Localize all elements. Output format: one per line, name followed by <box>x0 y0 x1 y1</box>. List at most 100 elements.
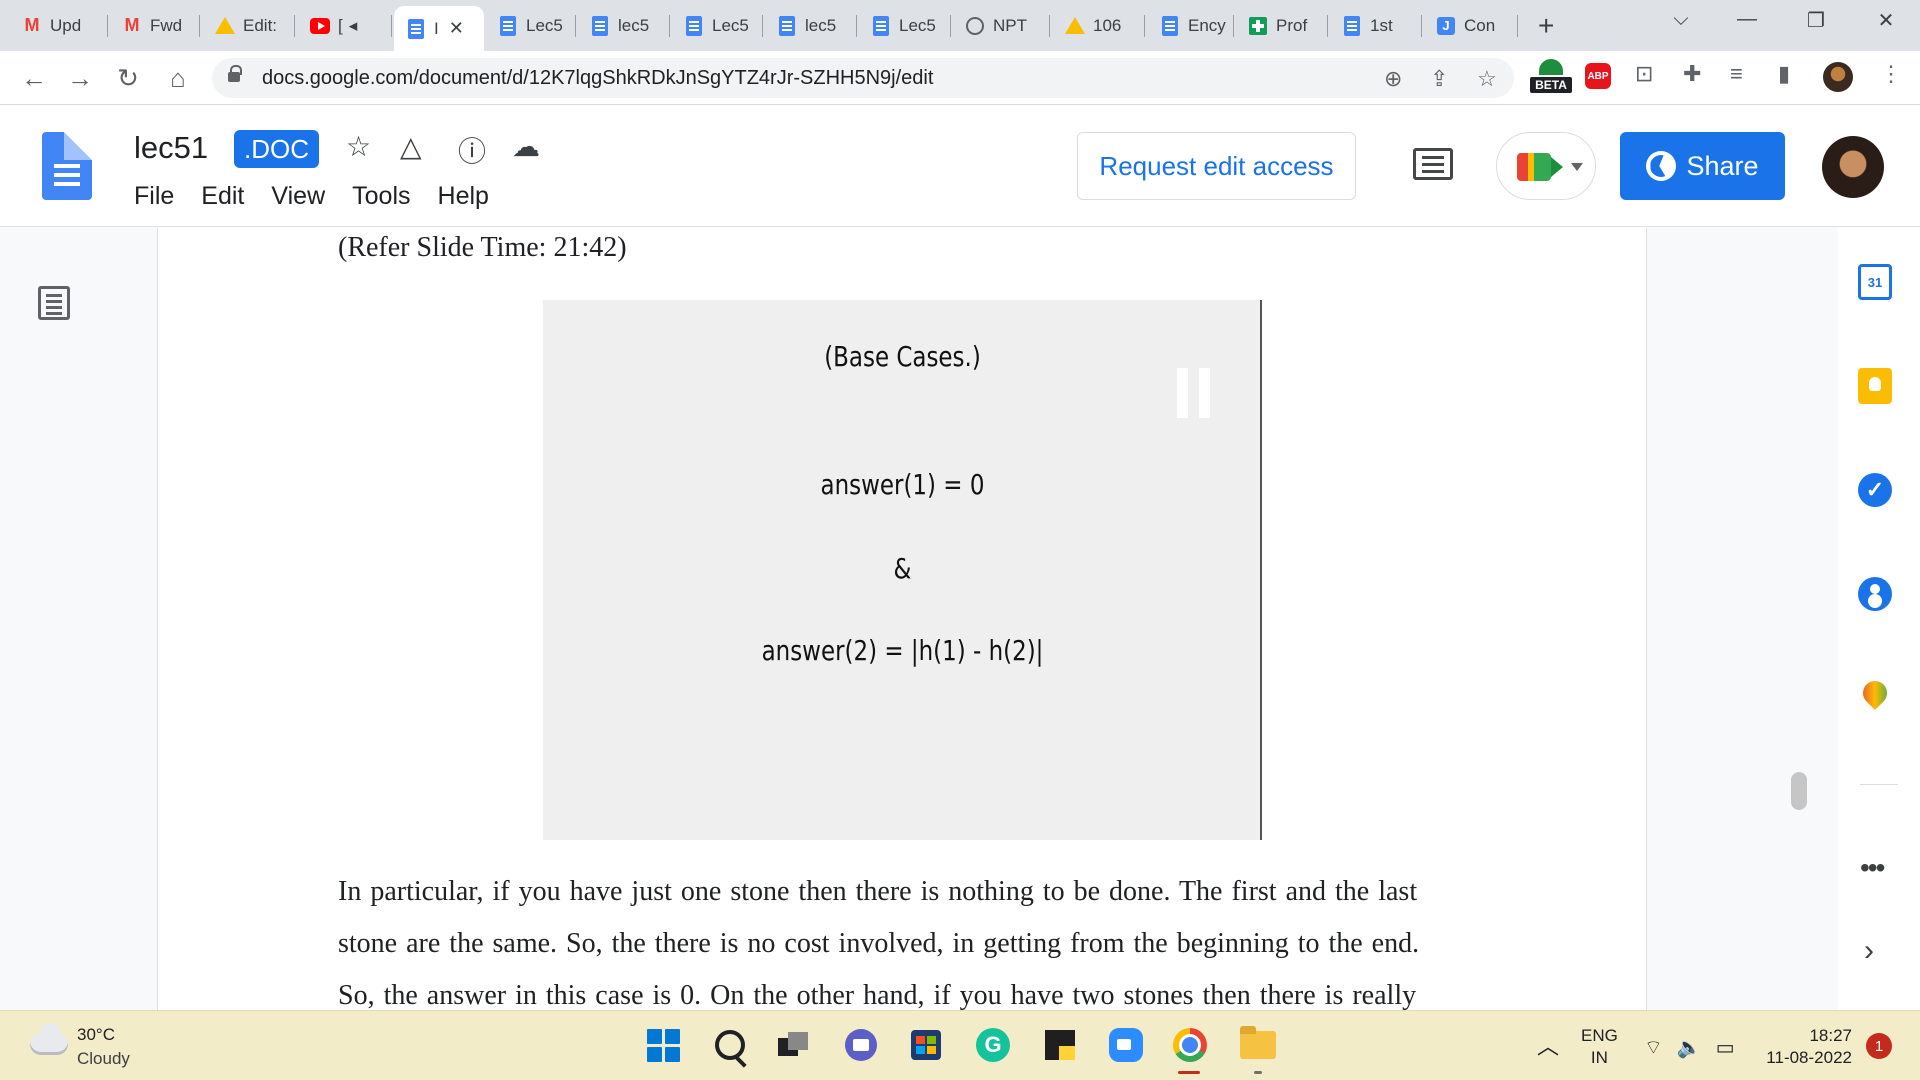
browser-tab[interactable]: Lec5 <box>486 6 576 45</box>
start-button[interactable] <box>645 1027 681 1063</box>
tab-label: lec5 <box>618 15 650 35</box>
reload-button[interactable]: ↻ <box>110 63 146 94</box>
browser-tab[interactable]: J Con <box>1424 6 1518 45</box>
slide-line-2: answer(2) = |h(1) - h(2)| <box>761 634 1044 667</box>
zoom-app-icon[interactable] <box>1108 1027 1144 1063</box>
minimize-button[interactable]: — <box>1727 8 1767 31</box>
beta-extension-icon[interactable]: BETA <box>1530 59 1572 99</box>
slide-line-1: answer(1) = 0 <box>820 468 985 501</box>
chrome-menu-icon[interactable]: ⋮ <box>1880 61 1902 87</box>
weather-temperature[interactable]: 30°C <box>77 1025 115 1045</box>
vertical-scrollbar-thumb[interactable] <box>1791 772 1807 810</box>
browser-tab[interactable]: lec5 <box>765 6 857 45</box>
chrome-app-icon[interactable] <box>1172 1027 1208 1063</box>
audio-playing-icon[interactable]: ◂ <box>349 16 358 36</box>
expand-side-panel-icon[interactable]: › <box>1864 934 1874 968</box>
lock-icon[interactable] <box>228 65 242 84</box>
file-explorer-icon[interactable] <box>1240 1026 1276 1063</box>
gmail-icon: M <box>24 15 40 35</box>
url-text[interactable]: docs.google.com/document/d/12K7lqgShkRDk… <box>262 67 933 90</box>
browser-tab[interactable]: 106 <box>1053 6 1145 45</box>
browser-tab[interactable]: Edit: <box>203 6 295 45</box>
menu-file[interactable]: File <box>134 182 174 211</box>
menu-help[interactable]: Help <box>438 182 489 211</box>
menu-view[interactable]: View <box>271 182 325 211</box>
browser-tab[interactable]: I ✕ <box>394 6 484 51</box>
microsoft-store-icon[interactable] <box>908 1027 944 1063</box>
back-button[interactable]: ← <box>16 63 52 94</box>
grammarly-icon[interactable]: G <box>975 1027 1011 1063</box>
browser-tab[interactable]: Lec5 <box>859 6 951 45</box>
browser-tab[interactable]: 1st <box>1330 6 1422 45</box>
bookmark-star-icon[interactable]: ☆ <box>1477 66 1497 92</box>
info-icon[interactable]: ⓘ <box>458 130 486 170</box>
browser-tab[interactable]: Lec5 <box>672 6 763 45</box>
sticky-glyph <box>1045 1030 1075 1060</box>
meet-button[interactable] <box>1496 132 1596 200</box>
teams-glyph <box>845 1029 877 1061</box>
notification-badge[interactable]: 1 <box>1866 1033 1892 1059</box>
restore-button[interactable]: ❐ <box>1796 8 1836 33</box>
browser-tab[interactable]: Prof <box>1236 6 1328 45</box>
comments-icon[interactable] <box>1413 148 1453 180</box>
wifi-icon[interactable]: ⌔ <box>1644 1035 1663 1060</box>
browser-tab[interactable]: [ ◂ <box>298 6 392 45</box>
calendar-day: 31 <box>1858 264 1892 300</box>
cloud-status-icon[interactable]: ☁ <box>512 130 540 163</box>
adblock-icon[interactable]: ABP <box>1585 63 1611 89</box>
address-bar[interactable]: docs.google.com/document/d/12K7lqgShkRDk… <box>212 58 1514 98</box>
side-panel-divider <box>1860 784 1898 785</box>
home-button[interactable]: ⌂ <box>160 63 196 94</box>
side-panel-icon[interactable]: ▮ <box>1778 61 1790 87</box>
profile-avatar[interactable] <box>1823 62 1853 92</box>
menu-tools[interactable]: Tools <box>352 182 410 211</box>
teams-chat-icon[interactable] <box>843 1027 879 1063</box>
reading-list-icon[interactable]: ≡ <box>1730 61 1743 87</box>
keep-app-icon[interactable] <box>1855 366 1895 406</box>
close-window-button[interactable]: ✕ <box>1866 8 1906 33</box>
document-outline-icon[interactable] <box>38 286 70 320</box>
menu-edit[interactable]: Edit <box>201 182 244 211</box>
new-tab-button[interactable]: + <box>1538 10 1554 42</box>
search-icon[interactable] <box>712 1027 748 1063</box>
calendar-app-icon[interactable]: 31 <box>1855 262 1895 302</box>
battery-icon[interactable]: ▭ <box>1716 1035 1735 1060</box>
browser-tab[interactable]: lec5 <box>578 6 670 45</box>
task-view-icon[interactable] <box>775 1027 811 1063</box>
region-code: IN <box>1590 1048 1608 1067</box>
volume-icon[interactable]: 🔈 <box>1677 1035 1702 1060</box>
share-button[interactable]: Share <box>1620 132 1785 200</box>
star-icon[interactable]: ☆ <box>346 130 371 163</box>
show-hidden-icons-chevron-icon[interactable]: ︿ <box>1537 1029 1559 1061</box>
sticky-notes-icon[interactable] <box>1042 1027 1078 1063</box>
tab-label: Ency <box>1188 15 1226 35</box>
weather-condition[interactable]: Cloudy <box>77 1049 130 1069</box>
maps-app-icon[interactable] <box>1855 678 1895 718</box>
request-edit-access-button[interactable]: Request edit access <box>1077 132 1356 200</box>
tasks-app-icon[interactable]: ✓ <box>1855 470 1895 510</box>
browser-tab[interactable]: M Fwd <box>110 6 200 45</box>
screen-capture-extension-icon[interactable]: ⊡ <box>1635 61 1653 87</box>
zoom-icon[interactable]: ⊕ <box>1384 66 1402 92</box>
add-to-drive-icon[interactable]: △ <box>400 130 422 163</box>
tab-separator <box>575 15 576 37</box>
contacts-app-icon[interactable] <box>1855 574 1895 614</box>
windows-taskbar: 30°C Cloudy G ︿ ENG IN ⌔ 🔈 ▭ 18:27 11-08… <box>0 1010 1920 1080</box>
extensions-puzzle-icon[interactable]: ✚ <box>1683 61 1701 87</box>
map-pin-icon <box>1862 681 1888 715</box>
browser-tab[interactable]: M Upd <box>10 6 108 45</box>
tab-label: Lec5 <box>899 15 936 35</box>
docs-logo-icon[interactable] <box>42 132 92 200</box>
cloud-weather-icon[interactable] <box>30 1023 68 1055</box>
document-title[interactable]: lec51 <box>134 130 208 166</box>
input-language[interactable]: ENG IN <box>1581 1025 1618 1069</box>
clock[interactable]: 18:27 11-08-2022 <box>1758 1025 1852 1069</box>
share-page-icon[interactable]: ⇪ <box>1430 66 1448 92</box>
forward-button[interactable]: → <box>62 63 98 94</box>
browser-tab[interactable]: Ency <box>1148 6 1234 45</box>
account-avatar[interactable] <box>1822 136 1884 198</box>
more-apps-icon[interactable]: ••• <box>1860 852 1885 884</box>
browser-tab[interactable]: NPT <box>953 6 1050 45</box>
close-tab-icon[interactable]: ✕ <box>449 18 464 39</box>
tab-search-chevron-icon[interactable]: ⌵ <box>1661 8 1701 31</box>
